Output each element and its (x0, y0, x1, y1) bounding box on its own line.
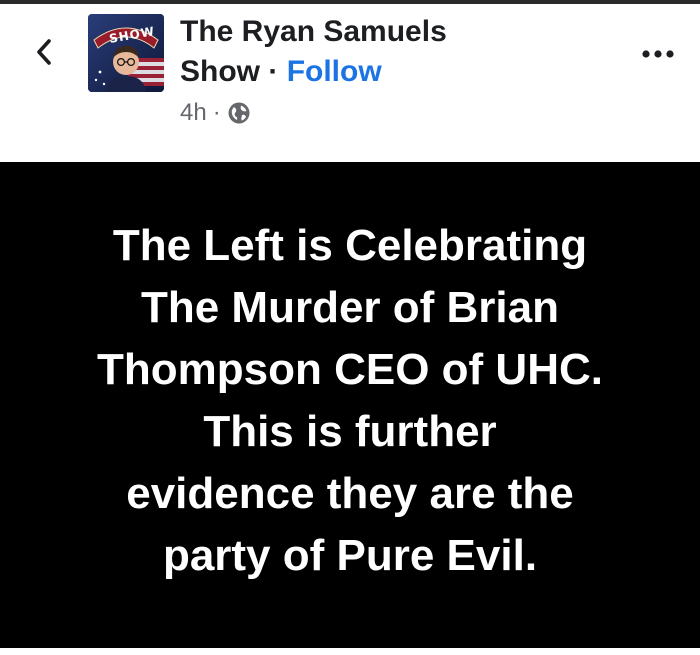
name-separator: · (268, 55, 279, 88)
post-line: evidence they are the (126, 469, 574, 518)
more-horizontal-icon (642, 50, 674, 58)
post-line: This is further (203, 407, 497, 456)
post-timestamp[interactable]: 4h (180, 98, 207, 128)
post-line: Thompson CEO of UHC. (97, 345, 603, 394)
post-line: The Murder of Brian (140, 283, 560, 332)
chevron-left-icon (37, 39, 51, 65)
post-text-image[interactable]: The Left is Celebrating The Murder of Br… (0, 162, 700, 648)
meta-separator: · (212, 99, 221, 126)
bottom-divider (0, 648, 700, 655)
page-name-line2[interactable]: Show (180, 55, 260, 88)
globe-icon (227, 101, 251, 125)
post-meta: 4h · (180, 98, 600, 128)
post-line: party of Pure Evil. (162, 531, 538, 580)
follow-button[interactable]: Follow (287, 55, 382, 88)
post-text: The Left is Celebrating The Murder of Br… (97, 215, 603, 587)
post-line: The Left is Celebrating (112, 221, 588, 270)
title-block: The Ryan Samuels Show · Follow 4h · (180, 12, 600, 128)
avatar[interactable]: SHOW (88, 14, 164, 92)
page-name-line1[interactable]: The Ryan Samuels (180, 15, 447, 48)
more-options-button[interactable] (630, 34, 686, 74)
post-header: SHOW The Ryan Samuels Show · Follow 4h · (0, 4, 700, 162)
back-button[interactable] (26, 34, 62, 70)
